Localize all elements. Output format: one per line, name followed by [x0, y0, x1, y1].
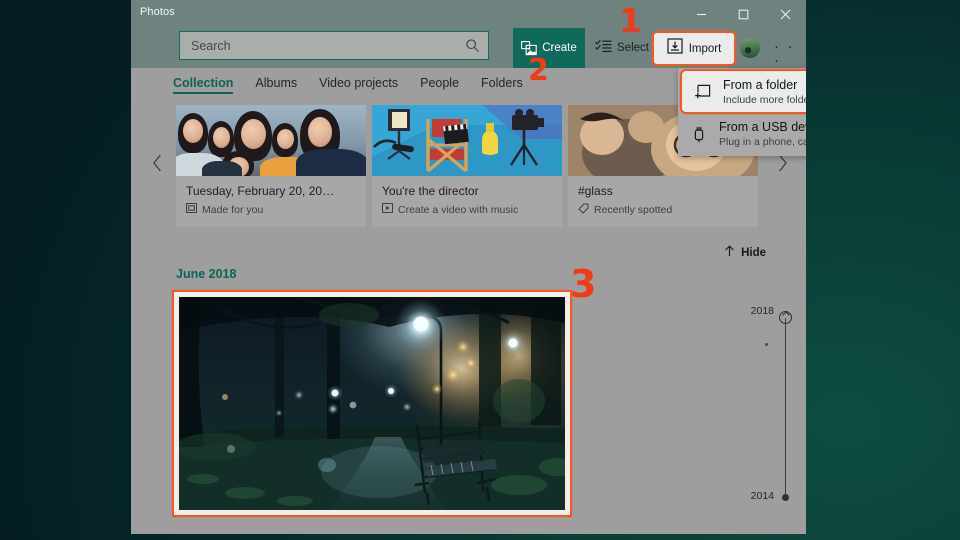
select-button-label: Select: [617, 42, 649, 54]
video-icon: [382, 203, 393, 216]
search-input[interactable]: Search: [179, 31, 489, 60]
card-subtitle-row: Recently spotted: [578, 203, 748, 217]
command-bar: Search Create Select Import · · ·: [131, 28, 806, 68]
hide-button-label: Hide: [741, 246, 766, 259]
photo-thumbnail-night-park: [179, 297, 565, 510]
card-meta: Tuesday, February 20, 20… Made for you: [176, 176, 366, 226]
title-bar: Photos: [131, 0, 806, 28]
card-subtitle: Recently spotted: [594, 204, 673, 216]
tab-people[interactable]: People: [420, 76, 459, 92]
hide-row: Hide: [131, 242, 806, 268]
menu-item-text: From a folder Include more folders in yo…: [723, 78, 806, 106]
chevron-left-icon[interactable]: [147, 151, 167, 175]
card-video-project[interactable]: You're the director Create a video with …: [372, 105, 562, 227]
avatar[interactable]: [740, 38, 760, 58]
card-subtitle: Create a video with music: [398, 203, 519, 216]
folder-add-icon: [694, 84, 711, 100]
menu-item-title: From a USB device: [719, 120, 806, 134]
cards-list: Tuesday, February 20, 20… Made for you Y…: [176, 105, 758, 227]
timeline-thumb[interactable]: [779, 311, 792, 324]
timeline-track: [785, 318, 787, 497]
tab-video-projects[interactable]: Video projects: [319, 76, 398, 92]
annotation-number-3: 3: [570, 262, 597, 306]
card-title: You're the director: [382, 184, 479, 198]
card-title: Tuesday, February 20, 20…: [186, 184, 335, 198]
arrow-up-icon: [724, 245, 735, 260]
menu-item-title: From a folder: [723, 77, 798, 92]
maximize-icon[interactable]: [722, 0, 764, 28]
create-button[interactable]: Create: [513, 28, 585, 68]
window-controls: [680, 0, 806, 28]
timeline-year-top: 2018: [750, 305, 774, 317]
import-button-label: Import: [688, 42, 722, 55]
menu-item-subtitle: Include more folders in your collection: [723, 93, 806, 106]
card-thumbnail: [372, 105, 562, 176]
tab-albums[interactable]: Albums: [255, 76, 297, 92]
usb-icon: [690, 126, 707, 143]
card-thumbnail: [176, 105, 366, 176]
annotation-number-2: 2: [528, 53, 549, 88]
import-icon: [667, 38, 683, 59]
selected-photo[interactable]: [174, 292, 570, 515]
timeline-mid-dot: [765, 343, 768, 346]
memory-card-icon: [186, 203, 197, 216]
card-subtitle-row: Create a video with music: [382, 203, 552, 216]
timeline-end-dot[interactable]: [782, 494, 789, 501]
more-options-icon[interactable]: · · ·: [774, 39, 806, 68]
import-button[interactable]: Import: [654, 33, 734, 64]
card-meta: You're the director Create a video with …: [372, 176, 562, 226]
timeline-year-bottom: 2014: [750, 490, 774, 502]
app-title: Photos: [140, 6, 175, 18]
card-memory[interactable]: Tuesday, February 20, 20… Made for you: [176, 105, 366, 227]
card-meta: #glass Recently spotted: [568, 176, 758, 227]
card-title: #glass: [578, 184, 613, 198]
close-icon[interactable]: [764, 0, 806, 28]
minimize-icon[interactable]: [680, 0, 722, 28]
tag-icon: [578, 203, 589, 217]
card-subtitle-row: Made for you: [186, 203, 356, 216]
search-icon[interactable]: [465, 38, 488, 53]
import-menu: From a folder Include more folders in yo…: [678, 68, 806, 156]
select-icon: [595, 39, 612, 58]
search-input-text: Search: [191, 38, 231, 53]
photos-app-window: Photos Search Create Select Import · · ·…: [131, 0, 806, 534]
menu-item-from-a-folder[interactable]: From a folder Include more folders in yo…: [682, 71, 806, 112]
annotation-number-1: 1: [619, 1, 642, 40]
card-subtitle: Made for you: [202, 203, 264, 216]
menu-item-text: From a USB device Plug in a phone, camer…: [719, 120, 806, 148]
hide-button[interactable]: Hide: [724, 245, 766, 260]
menu-item-subtitle: Plug in a phone, camera, or another devi…: [719, 136, 806, 148]
timeline-scrollbar[interactable]: 2018 2014: [744, 292, 796, 517]
tab-folders[interactable]: Folders: [481, 76, 523, 92]
tab-collection[interactable]: Collection: [173, 76, 234, 94]
month-group-header[interactable]: June 2018: [176, 267, 236, 281]
desktop-background: Photos Search Create Select Import · · ·…: [0, 0, 960, 540]
menu-item-from-a-usb-device[interactable]: From a USB device Plug in a phone, camer…: [678, 112, 806, 156]
